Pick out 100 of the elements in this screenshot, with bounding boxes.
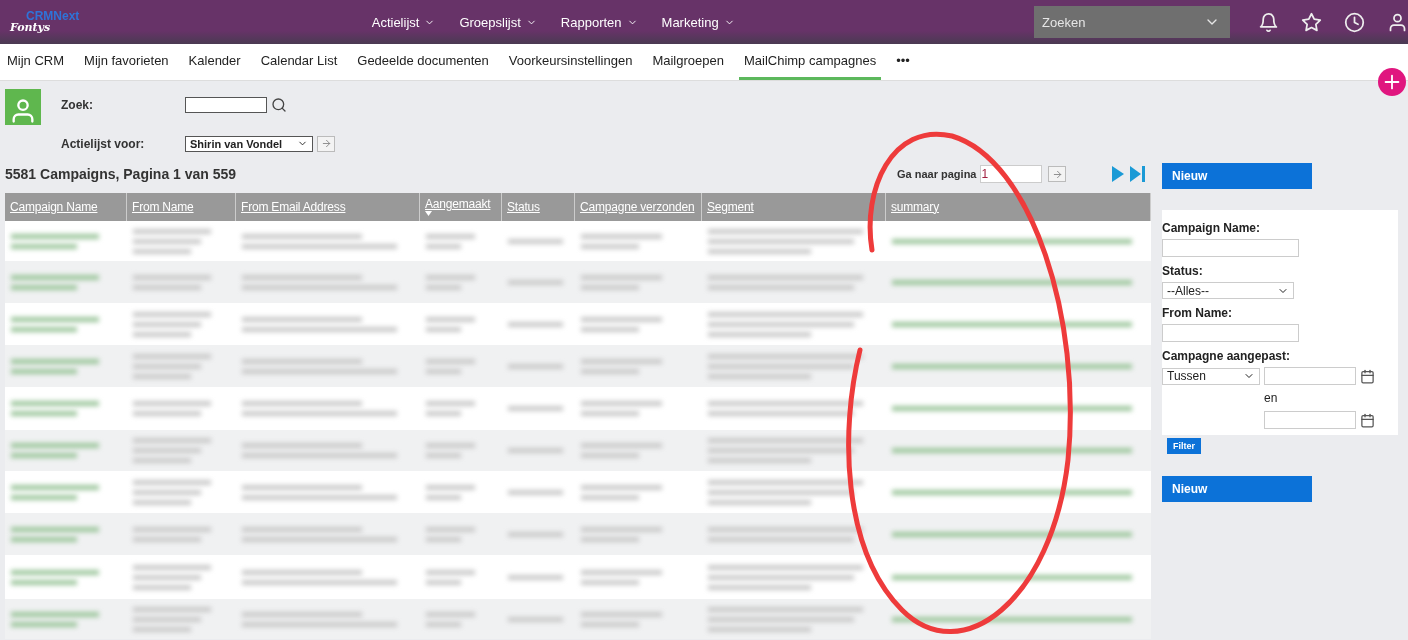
add-button[interactable] bbox=[1378, 68, 1406, 96]
tab[interactable]: Kalender bbox=[183, 44, 246, 80]
search-label: Zoek: bbox=[61, 97, 94, 112]
user-select[interactable]: Shirin van Vondel bbox=[185, 135, 314, 152]
arrow-icon bbox=[1052, 168, 1063, 180]
blurred-text bbox=[581, 536, 639, 542]
last-page-icon[interactable] bbox=[1130, 166, 1147, 182]
blurred-text bbox=[426, 536, 461, 542]
blurred-text bbox=[581, 243, 639, 249]
blurred-text bbox=[133, 574, 201, 580]
blurred-text bbox=[426, 621, 461, 627]
blurred-text bbox=[426, 316, 475, 322]
menu-item[interactable]: Marketing bbox=[661, 14, 735, 30]
blurred-text bbox=[581, 411, 639, 416]
blurred-text bbox=[426, 569, 475, 575]
go-button[interactable] bbox=[317, 135, 335, 152]
blurred-text bbox=[11, 411, 77, 416]
blurred-text bbox=[426, 411, 461, 416]
blurred-text bbox=[11, 284, 77, 290]
field-label: Campagne aangepast: bbox=[1162, 349, 1292, 363]
list-label: Actielijst voor: bbox=[61, 136, 146, 151]
text-field[interactable] bbox=[1162, 324, 1299, 342]
blurred-text bbox=[133, 321, 201, 327]
blurred-text bbox=[426, 326, 461, 332]
status-select[interactable]: --Alles-- bbox=[1162, 282, 1294, 299]
blurred-text bbox=[133, 373, 192, 379]
blurred-text bbox=[581, 453, 639, 458]
search-icon[interactable] bbox=[271, 96, 287, 113]
tab[interactable]: Mijn CRM bbox=[2, 44, 70, 80]
avatar-icon bbox=[5, 89, 41, 125]
calendar-icon[interactable] bbox=[1360, 412, 1375, 428]
blurred-text bbox=[133, 331, 192, 337]
blurred-text bbox=[426, 579, 461, 585]
clock-icon[interactable] bbox=[1344, 11, 1365, 33]
search-field[interactable]: Zoeken bbox=[1034, 6, 1230, 38]
blurred-text bbox=[11, 243, 77, 249]
blurred-text bbox=[426, 401, 475, 406]
text-field[interactable] bbox=[1162, 239, 1299, 257]
new-button[interactable]: Nieuw bbox=[1162, 476, 1312, 502]
blurred-text bbox=[133, 499, 192, 505]
blurred-text bbox=[508, 406, 563, 411]
blurred-text bbox=[508, 238, 563, 244]
star-icon[interactable] bbox=[1301, 11, 1322, 33]
field-label: Status: bbox=[1162, 264, 1204, 278]
blurred-text bbox=[133, 536, 201, 542]
next-page-icon[interactable] bbox=[1112, 166, 1125, 182]
tab[interactable]: Voorkeursinstellingen bbox=[503, 44, 638, 80]
date-field[interactable] bbox=[1264, 367, 1356, 385]
menu-item[interactable]: Rapporten bbox=[560, 14, 638, 30]
blurred-text bbox=[508, 448, 563, 453]
blurred-text bbox=[508, 321, 563, 327]
blurred-text bbox=[581, 494, 639, 500]
new-button[interactable]: Nieuw bbox=[1162, 163, 1312, 189]
tab[interactable]: MailChimp campagnes bbox=[738, 44, 882, 80]
blurred-text bbox=[426, 494, 461, 500]
blurred-text bbox=[11, 368, 77, 374]
result-summary: 5581 Campaigns, Pagina 1 van 559 bbox=[5, 166, 238, 182]
menu-item[interactable]: Groepslijst bbox=[459, 14, 537, 30]
tab[interactable]: Calendar List bbox=[255, 44, 343, 80]
blurred-text bbox=[133, 626, 192, 632]
filter-button[interactable]: Filter bbox=[1167, 438, 1201, 454]
blurred-text bbox=[426, 368, 461, 374]
blurred-text bbox=[581, 326, 639, 332]
tab[interactable]: Mijn favorieten bbox=[79, 44, 174, 80]
blurred-text bbox=[133, 584, 192, 590]
blurred-text bbox=[426, 233, 475, 239]
blurred-text bbox=[133, 248, 192, 254]
blurred-text bbox=[508, 363, 563, 369]
blurred-text bbox=[581, 284, 639, 290]
blurred-text bbox=[426, 484, 475, 490]
blurred-text bbox=[133, 238, 201, 244]
blurred-text bbox=[133, 458, 192, 463]
go-button[interactable] bbox=[1048, 166, 1067, 182]
tab[interactable]: Gedeelde documenten bbox=[352, 44, 494, 80]
search-input[interactable] bbox=[185, 96, 267, 113]
blurred-text bbox=[508, 489, 563, 495]
blurred-text bbox=[508, 616, 563, 622]
blurred-text bbox=[11, 494, 77, 500]
menu-item[interactable]: Actielijst bbox=[371, 14, 436, 30]
blurred-text bbox=[11, 326, 77, 332]
blurred-text bbox=[11, 536, 77, 542]
date-field[interactable] bbox=[1264, 411, 1356, 429]
tab[interactable]: ••• bbox=[891, 44, 915, 80]
user-icon[interactable] bbox=[1387, 11, 1408, 33]
blurred-text bbox=[133, 448, 201, 453]
range-select[interactable]: Tussen bbox=[1162, 367, 1260, 385]
blurred-text bbox=[426, 443, 475, 448]
blurred-text bbox=[581, 621, 639, 627]
logo[interactable]: CRMNext Fontys bbox=[0, 11, 372, 33]
blurred-text bbox=[581, 579, 639, 585]
bell-icon[interactable] bbox=[1258, 11, 1279, 33]
blurred-text bbox=[426, 274, 475, 280]
tab[interactable]: Mailgroepen bbox=[647, 44, 729, 80]
calendar-icon[interactable] bbox=[1360, 368, 1375, 384]
blurred-text bbox=[426, 284, 461, 290]
page-input[interactable]: 1 bbox=[980, 165, 1043, 183]
blurred-text bbox=[426, 611, 475, 617]
blurred-text bbox=[581, 368, 639, 374]
blurred-text bbox=[133, 284, 201, 290]
blurred-text bbox=[133, 411, 201, 416]
